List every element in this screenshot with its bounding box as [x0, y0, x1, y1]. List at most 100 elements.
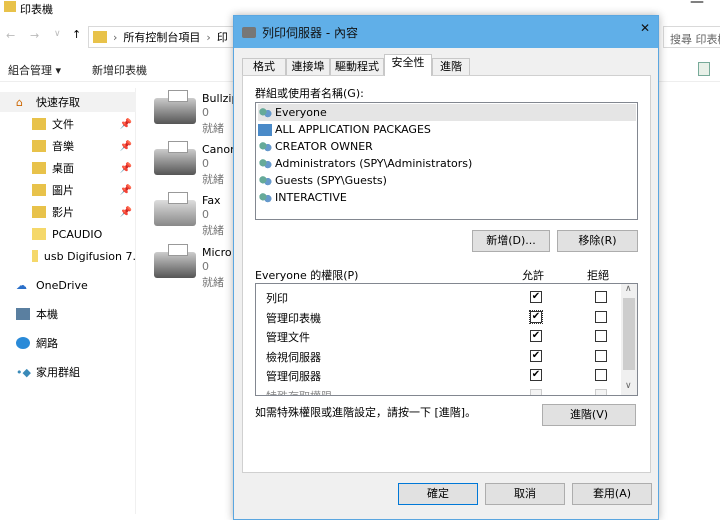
- allow-checkbox[interactable]: ✔: [530, 349, 542, 362]
- breadcrumb-item[interactable]: 印: [217, 29, 228, 45]
- user-list[interactable]: Everyone ALL APPLICATION PACKAGES CREATO…: [255, 102, 638, 220]
- list-item[interactable]: Everyone: [258, 104, 636, 121]
- security-panel: 群組或使用者名稱(G): Everyone ALL APPLICATION PA…: [242, 75, 651, 473]
- sidebar-item-label: 音樂: [52, 140, 74, 153]
- music-icon: [32, 140, 46, 152]
- user-name: CREATOR OWNER: [275, 140, 373, 153]
- search-input[interactable]: 搜尋 印表機: [663, 26, 720, 48]
- scroll-down-icon[interactable]: ∨: [625, 381, 632, 391]
- permission-row: 管理文件 ✔: [266, 327, 616, 346]
- sidebar-item-usb-digifusion[interactable]: usb Digifusion 7.: [0, 246, 136, 266]
- sidebar-item-label: 本機: [36, 308, 58, 321]
- sidebar-item-pictures[interactable]: 圖片 📌: [0, 180, 136, 200]
- up-button[interactable]: ↑: [72, 28, 81, 41]
- sidebar-item-desktop[interactable]: 桌面 📌: [0, 158, 136, 178]
- pin-icon: 📌: [119, 162, 132, 174]
- printer-icon: [242, 26, 256, 38]
- printer-status: 就緒: [202, 276, 224, 289]
- list-item[interactable]: INTERACTIVE: [258, 189, 636, 206]
- list-item[interactable]: CREATOR OWNER: [258, 138, 636, 155]
- deny-checkbox[interactable]: [595, 369, 607, 381]
- allow-checkbox[interactable]: ✔: [530, 291, 542, 303]
- sidebar-item-this-pc[interactable]: 本機: [0, 304, 136, 324]
- users-icon: [258, 106, 272, 119]
- sidebar-item-music[interactable]: 音樂 📌: [0, 136, 136, 156]
- organize-button[interactable]: 組合管理 ▾: [8, 62, 61, 78]
- advanced-button[interactable]: 進階(V): [542, 404, 636, 426]
- window-title: 印表機: [20, 3, 53, 16]
- add-printer-button[interactable]: 新增印表機: [92, 62, 147, 78]
- printer-status: 就緒: [202, 224, 224, 237]
- users-icon: [258, 191, 272, 204]
- onedrive-icon: ☁: [16, 279, 27, 292]
- add-button[interactable]: 新增(D)...: [472, 230, 550, 252]
- sidebar-item-videos[interactable]: 影片 📌: [0, 202, 136, 222]
- apply-button[interactable]: 套用(A): [572, 483, 652, 505]
- forward-button[interactable]: →: [30, 29, 39, 42]
- scrollbar-thumb[interactable]: [623, 298, 635, 370]
- permission-name: 檢視伺服器: [266, 350, 321, 364]
- deny-header: 拒絕: [587, 269, 609, 282]
- sidebar-item-quick-access[interactable]: ⌂ 快速存取: [0, 92, 136, 112]
- pin-icon: 📌: [119, 118, 132, 130]
- tab-format[interactable]: 格式: [242, 58, 286, 75]
- allow-checkbox[interactable]: ✔: [529, 309, 543, 324]
- deny-checkbox[interactable]: [595, 310, 607, 323]
- permissions-list: ∧ ∨ 列印 ✔ 管理印表機 ✔ 管理文件 ✔ 檢視伺服器 ✔ 管理伺服器 ✔ 特殊存取權限: [255, 283, 638, 396]
- pin-icon: 📌: [119, 206, 132, 218]
- sidebar-item-label: 快速存取: [36, 96, 80, 109]
- packages-icon: [258, 123, 272, 136]
- ok-button[interactable]: 確定: [398, 483, 478, 505]
- tab-security[interactable]: 安全性: [384, 54, 432, 76]
- sidebar-item-pcaudio[interactable]: PCAUDIO: [0, 224, 136, 244]
- view-options-icon[interactable]: [698, 62, 710, 76]
- breadcrumb-item[interactable]: 所有控制台項目: [123, 29, 200, 45]
- tab-drivers[interactable]: 驅動程式: [330, 58, 384, 75]
- cancel-button[interactable]: 取消: [485, 483, 565, 505]
- sidebar-item-label: 文件: [52, 118, 74, 131]
- pictures-icon: [32, 184, 46, 196]
- list-item[interactable]: ALL APPLICATION PACKAGES: [258, 121, 636, 138]
- scrollbar[interactable]: ∧ ∨: [621, 284, 637, 395]
- user-name: Guests (SPY\Guests): [275, 174, 387, 187]
- printer-item[interactable]: Fax 0 就緒: [150, 192, 230, 242]
- user-name: Administrators (SPY\Administrators): [275, 157, 473, 170]
- printer-job-count: 0: [202, 208, 209, 221]
- sidebar-item-documents[interactable]: 文件 📌: [0, 114, 136, 134]
- dialog-title: 列印伺服器 - 內容: [262, 25, 358, 40]
- printer-item[interactable]: Bullzip 0 就緒: [150, 90, 238, 140]
- deny-checkbox[interactable]: [595, 291, 607, 303]
- permission-row: 列印 ✔: [266, 288, 616, 307]
- list-item[interactable]: Administrators (SPY\Administrators): [258, 155, 636, 172]
- remove-button[interactable]: 移除(R): [557, 230, 638, 252]
- recent-dropdown[interactable]: ∨: [54, 29, 61, 39]
- sidebar-item-label: usb Digifusion 7.: [43, 249, 136, 263]
- tab-advanced[interactable]: 進階: [432, 58, 470, 75]
- allow-checkbox[interactable]: ✔: [530, 330, 542, 342]
- sidebar-item-homegroup[interactable]: •◆ 家用群組: [0, 362, 136, 382]
- address-bar[interactable]: › 所有控制台項目 › 印: [88, 26, 238, 48]
- network-icon: [16, 337, 30, 349]
- minimize-button[interactable]: —: [690, 0, 704, 10]
- close-button[interactable]: ✕: [640, 21, 650, 35]
- sidebar-item-network[interactable]: 網路: [0, 333, 136, 353]
- sidebar-item-label: 家用群組: [36, 366, 80, 379]
- videos-icon: [32, 206, 46, 218]
- back-button[interactable]: ←: [6, 29, 15, 42]
- printer-job-count: 0: [202, 260, 209, 273]
- deny-checkbox[interactable]: [595, 349, 607, 362]
- printer-item[interactable]: Micro 0 就緒: [150, 244, 232, 294]
- allow-checkbox[interactable]: ✔: [530, 369, 542, 381]
- allow-header: 允許: [522, 269, 544, 282]
- deny-checkbox[interactable]: [595, 330, 607, 342]
- printer-folder-icon: [4, 1, 16, 12]
- tab-ports[interactable]: 連接埠: [286, 58, 330, 75]
- scroll-up-icon[interactable]: ∧: [625, 284, 632, 294]
- groups-label: 群組或使用者名稱(G):: [255, 87, 364, 100]
- permission-name: 管理伺服器: [266, 370, 321, 383]
- users-icon: [258, 157, 272, 170]
- print-server-properties-dialog: 列印伺服器 - 內容 ✕ 格式 連接埠 驅動程式 安全性 進階 群組或使用者名稱…: [233, 15, 659, 520]
- printer-item[interactable]: Canon 0 就緒: [150, 141, 237, 191]
- list-item[interactable]: Guests (SPY\Guests): [258, 172, 636, 189]
- sidebar-item-onedrive[interactable]: ☁ OneDrive: [0, 275, 136, 295]
